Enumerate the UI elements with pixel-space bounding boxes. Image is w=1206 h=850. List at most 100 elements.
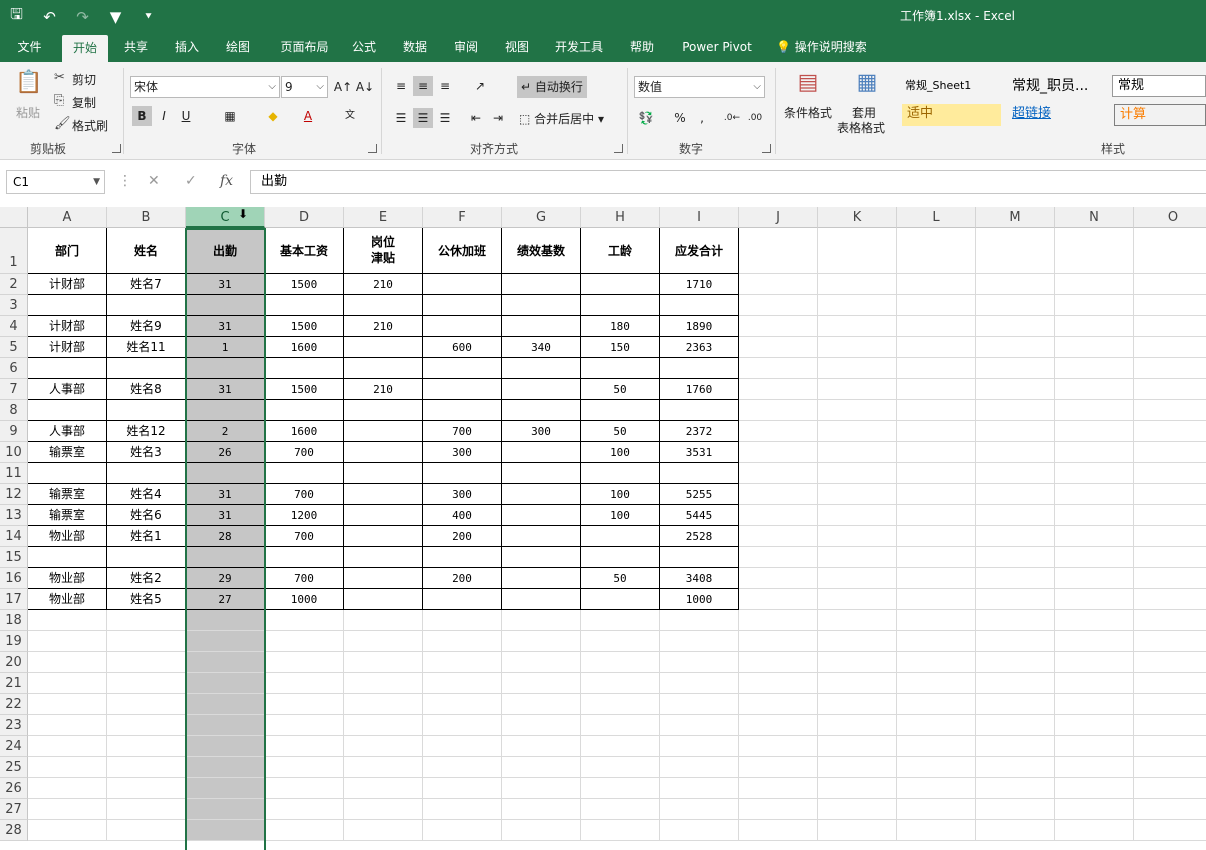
- cell-G13[interactable]: [502, 505, 581, 526]
- tab-1[interactable]: 开始: [62, 35, 108, 62]
- cell-A6[interactable]: [28, 358, 107, 379]
- cell-L10[interactable]: [897, 442, 976, 463]
- cell-M17[interactable]: [976, 589, 1055, 610]
- cell-E27[interactable]: [344, 799, 423, 820]
- column-header-B[interactable]: B: [107, 207, 186, 228]
- insert-function-icon[interactable]: fx: [220, 173, 233, 189]
- cell-B19[interactable]: [107, 631, 186, 652]
- cell-N25[interactable]: [1055, 757, 1134, 778]
- cell-I1[interactable]: 应发合计: [660, 228, 739, 274]
- phonetic-icon[interactable]: 文: [340, 106, 360, 126]
- orientation-icon[interactable]: ↗: [470, 76, 490, 96]
- cell-K27[interactable]: [818, 799, 897, 820]
- decrease-indent-icon[interactable]: ⇤: [466, 108, 486, 128]
- cell-C15[interactable]: [186, 547, 265, 568]
- cell-E5[interactable]: [344, 337, 423, 358]
- cell-G20[interactable]: [502, 652, 581, 673]
- cell-K8[interactable]: [818, 400, 897, 421]
- cell-M2[interactable]: [976, 274, 1055, 295]
- cell-L15[interactable]: [897, 547, 976, 568]
- cell-H17[interactable]: [581, 589, 660, 610]
- style-calculation[interactable]: 计算: [1114, 104, 1206, 126]
- cell-M7[interactable]: [976, 379, 1055, 400]
- cell-I5[interactable]: 2363: [660, 337, 739, 358]
- cell-A20[interactable]: [28, 652, 107, 673]
- column-header-D[interactable]: D: [265, 207, 344, 228]
- cell-O27[interactable]: [1134, 799, 1206, 820]
- row-header-12[interactable]: 12: [0, 484, 28, 505]
- cell-C11[interactable]: [186, 463, 265, 484]
- increase-indent-icon[interactable]: ⇥: [488, 108, 508, 128]
- cell-D5[interactable]: 1600: [265, 337, 344, 358]
- cell-M8[interactable]: [976, 400, 1055, 421]
- cell-B28[interactable]: [107, 820, 186, 841]
- cell-L22[interactable]: [897, 694, 976, 715]
- cell-D17[interactable]: 1000: [265, 589, 344, 610]
- cell-F16[interactable]: 200: [423, 568, 502, 589]
- cell-M24[interactable]: [976, 736, 1055, 757]
- cell-C23[interactable]: [186, 715, 265, 736]
- cell-F6[interactable]: [423, 358, 502, 379]
- cell-F20[interactable]: [423, 652, 502, 673]
- tab-13[interactable]: 💡 操作说明搜索: [776, 33, 886, 62]
- cell-H26[interactable]: [581, 778, 660, 799]
- cell-F19[interactable]: [423, 631, 502, 652]
- cell-L4[interactable]: [897, 316, 976, 337]
- cell-H11[interactable]: [581, 463, 660, 484]
- cell-E22[interactable]: [344, 694, 423, 715]
- cell-D18[interactable]: [265, 610, 344, 631]
- cell-C26[interactable]: [186, 778, 265, 799]
- cell-B22[interactable]: [107, 694, 186, 715]
- column-header-M[interactable]: M: [976, 207, 1055, 228]
- cell-H19[interactable]: [581, 631, 660, 652]
- cell-C2[interactable]: 31: [186, 274, 265, 295]
- cell-J21[interactable]: [739, 673, 818, 694]
- cell-O25[interactable]: [1134, 757, 1206, 778]
- cell-E24[interactable]: [344, 736, 423, 757]
- cell-G15[interactable]: [502, 547, 581, 568]
- cell-K24[interactable]: [818, 736, 897, 757]
- cell-C1[interactable]: 出勤: [186, 228, 265, 274]
- cell-I16[interactable]: 3408: [660, 568, 739, 589]
- cell-L8[interactable]: [897, 400, 976, 421]
- cell-K22[interactable]: [818, 694, 897, 715]
- cell-L23[interactable]: [897, 715, 976, 736]
- cell-J8[interactable]: [739, 400, 818, 421]
- cell-G24[interactable]: [502, 736, 581, 757]
- cell-N23[interactable]: [1055, 715, 1134, 736]
- cell-K1[interactable]: [818, 228, 897, 274]
- cell-I20[interactable]: [660, 652, 739, 673]
- cell-A21[interactable]: [28, 673, 107, 694]
- cell-N24[interactable]: [1055, 736, 1134, 757]
- cell-B13[interactable]: 姓名6: [107, 505, 186, 526]
- cell-L25[interactable]: [897, 757, 976, 778]
- align-center-icon[interactable]: ☰: [413, 108, 433, 128]
- column-header-G[interactable]: G: [502, 207, 581, 228]
- cell-L28[interactable]: [897, 820, 976, 841]
- row-header-5[interactable]: 5: [0, 337, 28, 358]
- cell-A27[interactable]: [28, 799, 107, 820]
- cell-H10[interactable]: 100: [581, 442, 660, 463]
- decrease-decimal-icon[interactable]: .00: [745, 108, 765, 128]
- font-color-icon[interactable]: A: [298, 106, 318, 126]
- cell-M21[interactable]: [976, 673, 1055, 694]
- cell-I27[interactable]: [660, 799, 739, 820]
- cell-O17[interactable]: [1134, 589, 1206, 610]
- cell-I25[interactable]: [660, 757, 739, 778]
- cell-H4[interactable]: 180: [581, 316, 660, 337]
- cell-B12[interactable]: 姓名4: [107, 484, 186, 505]
- cell-B16[interactable]: 姓名2: [107, 568, 186, 589]
- row-header-9[interactable]: 9: [0, 421, 28, 442]
- cell-L17[interactable]: [897, 589, 976, 610]
- cell-A9[interactable]: 人事部: [28, 421, 107, 442]
- number-format-combo[interactable]: 数值 ⌵: [634, 76, 765, 98]
- column-header-I[interactable]: I: [660, 207, 739, 228]
- cell-K3[interactable]: [818, 295, 897, 316]
- column-header-K[interactable]: K: [818, 207, 897, 228]
- cell-O15[interactable]: [1134, 547, 1206, 568]
- cell-I8[interactable]: [660, 400, 739, 421]
- cell-O4[interactable]: [1134, 316, 1206, 337]
- cell-E15[interactable]: [344, 547, 423, 568]
- row-header-26[interactable]: 26: [0, 778, 28, 799]
- cell-D15[interactable]: [265, 547, 344, 568]
